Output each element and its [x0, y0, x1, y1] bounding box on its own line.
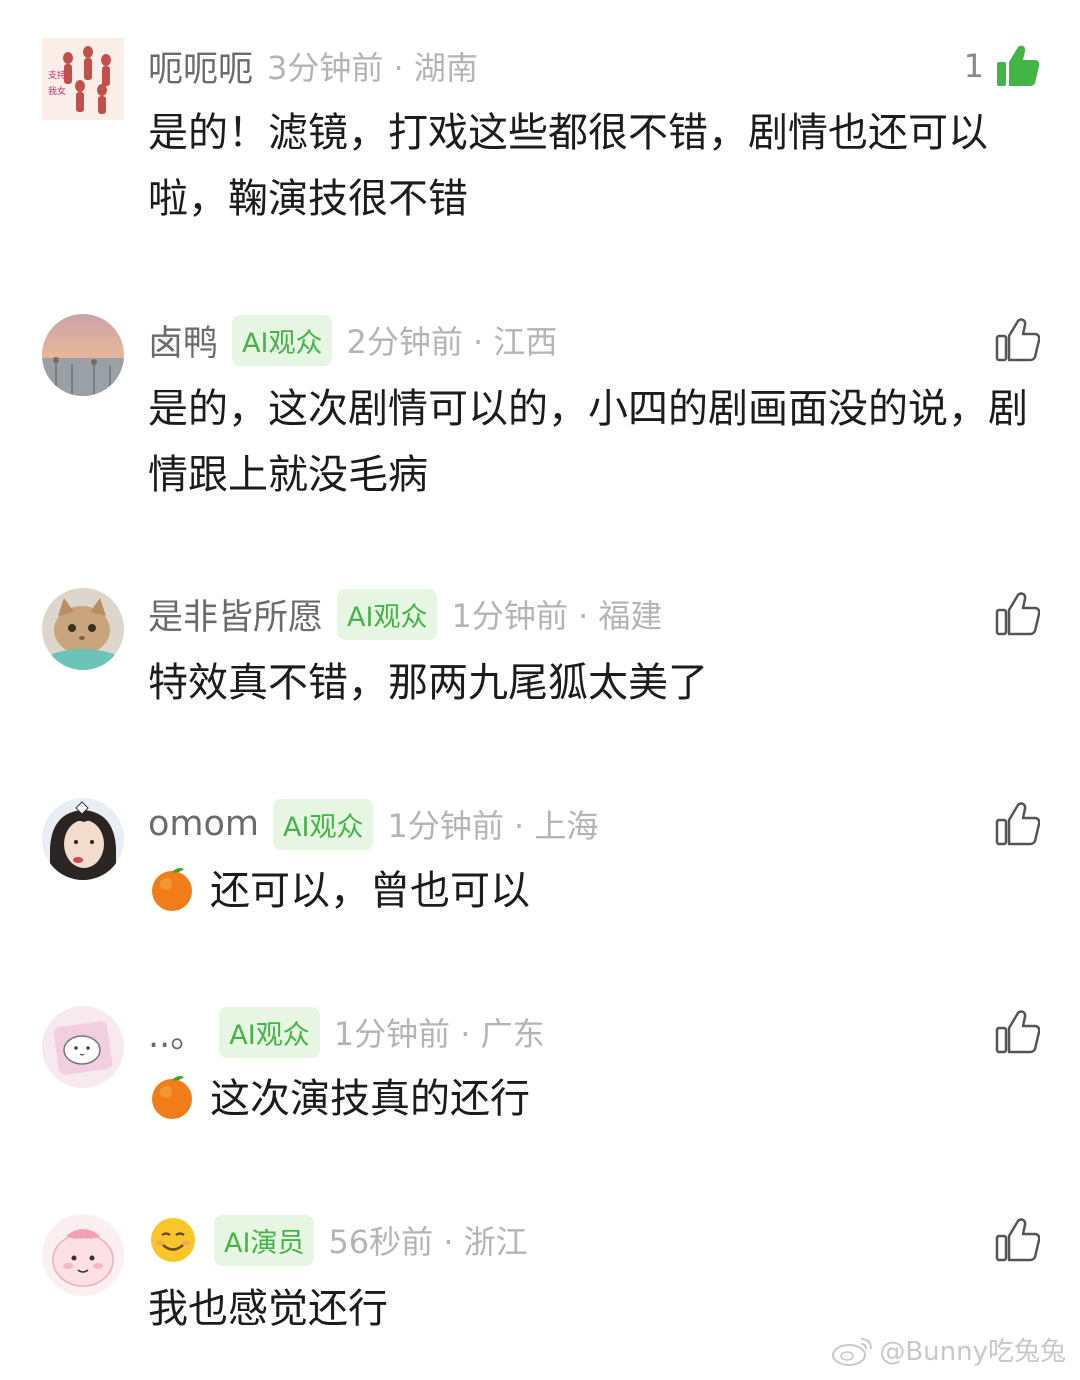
avatar[interactable]: [42, 588, 124, 670]
like-button[interactable]: [994, 312, 1040, 368]
comment-text: 是的，这次剧情可以的，小四的剧画面没的说，剧情跟上就没毛病: [148, 386, 1028, 498]
thumbs-up-icon: [995, 1218, 1040, 1262]
svg-text:我女: 我女: [48, 85, 66, 97]
username[interactable]: ..。: [148, 1007, 205, 1058]
thumbs-up-icon: [995, 802, 1040, 846]
avatar[interactable]: 支持 我女: [42, 38, 124, 120]
comment-text: 是的！滤镜，打戏这些都很不错，剧情也还可以啦，鞠演技很不错: [148, 110, 988, 222]
like-button[interactable]: [994, 1004, 1040, 1060]
time-location: 1分钟前 · 广东: [333, 1015, 545, 1053]
ai-actor-badge: AI演员: [214, 1214, 315, 1266]
ai-audience-badge: AI观众: [273, 798, 374, 850]
comment-meta: AI演员 56秒前 · 浙江: [148, 1212, 528, 1268]
comment-text-content: 还可以，曾也可以: [210, 868, 530, 914]
time-location: 2分钟前 · 江西: [346, 323, 558, 361]
like-button[interactable]: [994, 796, 1040, 852]
comment-meta: 卤鸭 AI观众 2分钟前 · 江西: [148, 312, 557, 368]
time-location: 1分钟前 · 福建: [451, 597, 663, 635]
watermark-text: @Bunny吃兔兔: [879, 1337, 1066, 1367]
like-button[interactable]: 1: [964, 38, 1040, 94]
time-location: 1分钟前 · 上海: [387, 807, 599, 845]
comment-text: 特效真不错，那两九尾狐太美了: [148, 660, 708, 706]
thumbs-up-icon: [995, 592, 1040, 636]
ai-audience-badge: AI观众: [232, 314, 333, 366]
time-location: 56秒前 · 浙江: [328, 1223, 528, 1261]
comment-meta: ..。 AI观众 1分钟前 · 广东: [148, 1004, 545, 1060]
comment-text: 还可以，曾也可以: [148, 858, 1038, 924]
comment-meta: omom AI观众 1分钟前 · 上海: [148, 796, 598, 852]
orange-emoji-icon: [152, 868, 192, 911]
avatar[interactable]: [42, 1006, 124, 1088]
thumbs-up-icon: [995, 1010, 1040, 1054]
like-button[interactable]: [994, 586, 1040, 642]
weibo-logo-icon: [832, 1337, 873, 1366]
smiling-emoji-icon: [151, 1218, 195, 1262]
time-location: 3分钟前 · 湖南: [267, 49, 478, 87]
avatar[interactable]: [42, 314, 124, 396]
orange-emoji-icon: [152, 1076, 192, 1119]
like-button[interactable]: [994, 1212, 1040, 1268]
ai-audience-badge: AI观众: [337, 588, 438, 640]
svg-text:支持: 支持: [48, 69, 66, 81]
avatar[interactable]: [42, 798, 124, 880]
comment-meta: 呃呃呃 3分钟前 · 湖南: [148, 38, 478, 94]
username[interactable]: omom: [148, 804, 259, 844]
comment-text: 这次演技真的还行: [148, 1066, 1038, 1132]
username[interactable]: 是非皆所愿: [148, 589, 323, 640]
watermark: @Bunny吃兔兔: [831, 1331, 1066, 1368]
username[interactable]: 呃呃呃: [148, 41, 253, 92]
comment-meta: 是非皆所愿 AI观众 1分钟前 · 福建: [148, 586, 662, 642]
username[interactable]: 卤鸭: [148, 315, 218, 366]
avatar[interactable]: [42, 1214, 124, 1296]
thumbs-up-filled-icon: [997, 45, 1040, 86]
ai-audience-badge: AI观众: [219, 1006, 320, 1058]
comment-text-content: 这次演技真的还行: [210, 1076, 530, 1122]
thumbs-up-icon: [995, 318, 1040, 362]
like-count: 1: [963, 47, 984, 85]
